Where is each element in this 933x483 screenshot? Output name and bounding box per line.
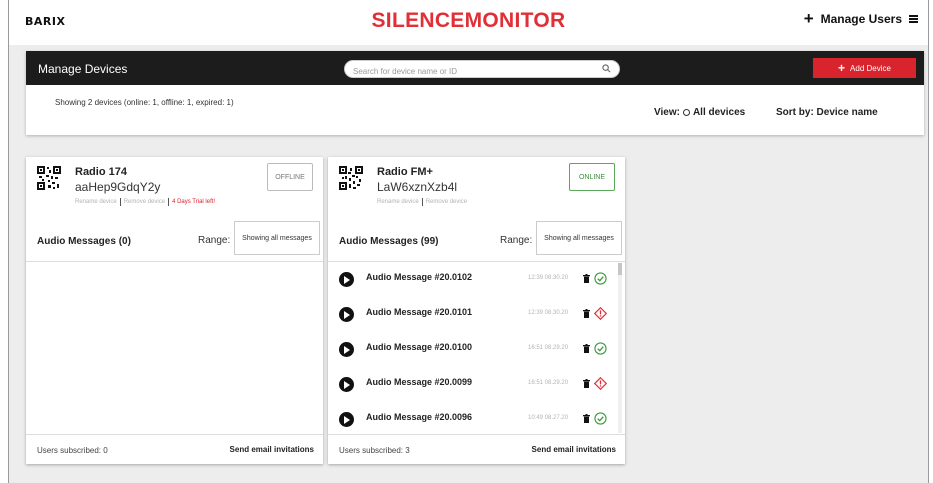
play-icon[interactable] <box>339 307 354 322</box>
divider <box>119 198 121 206</box>
remove-device-link[interactable]: Remove device <box>426 199 467 205</box>
qr-code-icon[interactable] <box>339 166 363 190</box>
message-name: Audio Message #20.0099 <box>366 377 473 387</box>
panel-body: Showing 2 devices (online: 1, offline: 1… <box>26 85 924 135</box>
device-card-header: Radio FM+ LaW6xznXzb4l Rename device Rem… <box>328 157 625 219</box>
trash-icon[interactable] <box>583 414 590 423</box>
plus-icon: + <box>838 61 846 75</box>
audio-messages-bar: Audio Messages (0) Range: Showing all me… <box>26 219 323 262</box>
warning-icon <box>594 307 607 320</box>
app-title: SILENCEMONITOR <box>371 9 566 32</box>
message-list: Audio Message #20.0102 12:39 08.30.20 Audi… <box>328 262 625 434</box>
rename-device-link[interactable]: Rename device <box>75 199 117 205</box>
view-value: All devices <box>692 107 746 118</box>
message-row[interactable]: Audio Message #20.0096 10:49 08.27.20 <box>328 402 625 434</box>
send-invitations-link[interactable]: Send email invitations <box>230 445 314 454</box>
divider <box>421 198 423 206</box>
hamburger-menu-icon[interactable] <box>909 15 918 23</box>
panel-header: Manage Devices + Add Device <box>26 51 924 85</box>
message-timestamp: 10:49 08.27.20 <box>528 415 569 421</box>
add-device-button[interactable]: + Add Device <box>813 58 916 78</box>
device-name: Radio FM+ <box>377 166 433 178</box>
audio-messages-title: Audio Messages (0) <box>37 236 131 247</box>
message-name: Audio Message #20.0100 <box>366 342 473 352</box>
range-label: Range: <box>198 235 231 246</box>
device-id: aaHep9GdqY2y <box>75 180 161 194</box>
manage-users-button[interactable]: + Manage Users <box>803 9 918 28</box>
scrollbar-thumb[interactable] <box>618 263 622 275</box>
view-label: View: <box>654 107 680 118</box>
device-card: Radio FM+ LaW6xznXzb4l Rename device Rem… <box>328 157 625 464</box>
check-icon <box>594 412 607 425</box>
message-timestamp: 16:51 08.29.20 <box>528 380 569 386</box>
message-row[interactable]: Audio Message #20.0099 16:51 08.29.20 <box>328 367 625 402</box>
search-box <box>344 60 620 80</box>
message-row[interactable]: Audio Message #20.0102 12:39 08.30.20 <box>328 262 625 297</box>
send-invitations-link[interactable]: Send email invitations <box>532 445 616 454</box>
message-name: Audio Message #20.0102 <box>366 272 473 282</box>
device-card-footer: Users subscribed: 3 Send email invitatio… <box>328 434 625 464</box>
status-badge: ONLINE <box>569 163 615 191</box>
divider <box>168 198 170 206</box>
panel-title: Manage Devices <box>38 62 128 76</box>
play-icon[interactable] <box>339 342 354 357</box>
play-icon[interactable] <box>339 272 354 287</box>
scrollbar[interactable] <box>618 263 622 433</box>
sort-selector[interactable]: Sort by: Device name <box>776 107 878 118</box>
users-subscribed: Users subscribed: 3 <box>339 446 410 455</box>
app-frame: BARIX SILENCEMONITOR + Manage Users Mana… <box>8 0 929 483</box>
device-links: Rename device Remove device 4 Days Trial… <box>75 198 215 206</box>
status-badge: OFFLINE <box>267 163 313 191</box>
range-dropdown[interactable]: Showing all messages <box>234 221 320 255</box>
device-card-footer: Users subscribed: 0 Send email invitatio… <box>26 434 323 464</box>
range-label: Range: <box>500 235 533 246</box>
device-card: Radio 174 aaHep9GdqY2y Rename device Rem… <box>26 157 323 464</box>
check-icon <box>594 272 607 285</box>
device-summary: Showing 2 devices (online: 1, offline: 1… <box>55 98 234 107</box>
message-timestamp: 12:39 08.30.20 <box>528 275 569 281</box>
play-icon[interactable] <box>339 377 354 392</box>
view-filter[interactable]: View: All devices <box>654 107 745 118</box>
trash-icon[interactable] <box>583 274 590 283</box>
device-name: Radio 174 <box>75 166 127 178</box>
device-links: Rename device Remove device <box>377 198 467 206</box>
trash-icon[interactable] <box>583 309 590 318</box>
device-id: LaW6xznXzb4l <box>377 180 458 194</box>
manage-devices-panel: Manage Devices + Add Device Showing 2 de… <box>26 51 924 135</box>
play-icon[interactable] <box>339 412 354 427</box>
top-bar: BARIX SILENCEMONITOR + Manage Users <box>9 0 928 45</box>
audio-messages-title: Audio Messages (99) <box>339 236 439 247</box>
trash-icon[interactable] <box>583 379 590 388</box>
trial-notice: 4 Days Trial left! <box>172 199 216 205</box>
message-timestamp: 12:39 08.30.20 <box>528 310 569 316</box>
add-device-label: Add Device <box>850 63 891 73</box>
manage-users-label: Manage Users <box>820 12 902 26</box>
warning-icon <box>594 377 607 390</box>
remove-device-link[interactable]: Remove device <box>124 199 165 205</box>
rename-device-link[interactable]: Rename device <box>377 199 419 205</box>
message-timestamp: 16:51 08.29.20 <box>528 345 569 351</box>
message-row[interactable]: Audio Message #20.0100 16:51 08.29.20 <box>328 332 625 367</box>
search-input[interactable] <box>345 63 585 80</box>
trash-icon[interactable] <box>583 344 590 353</box>
range-dropdown[interactable]: Showing all messages <box>536 221 622 255</box>
message-name: Audio Message #20.0096 <box>366 412 473 422</box>
check-icon <box>594 342 607 355</box>
audio-messages-bar: Audio Messages (99) Range: Showing all m… <box>328 219 625 262</box>
radio-icon[interactable] <box>682 109 690 116</box>
message-name: Audio Message #20.0101 <box>366 307 473 317</box>
message-row[interactable]: Audio Message #20.0101 12:39 08.30.20 <box>328 297 625 332</box>
plus-icon: + <box>803 9 814 28</box>
device-card-header: Radio 174 aaHep9GdqY2y Rename device Rem… <box>26 157 323 219</box>
users-subscribed: Users subscribed: 0 <box>37 446 108 455</box>
qr-code-icon[interactable] <box>37 166 61 190</box>
search-icon[interactable] <box>602 64 611 73</box>
